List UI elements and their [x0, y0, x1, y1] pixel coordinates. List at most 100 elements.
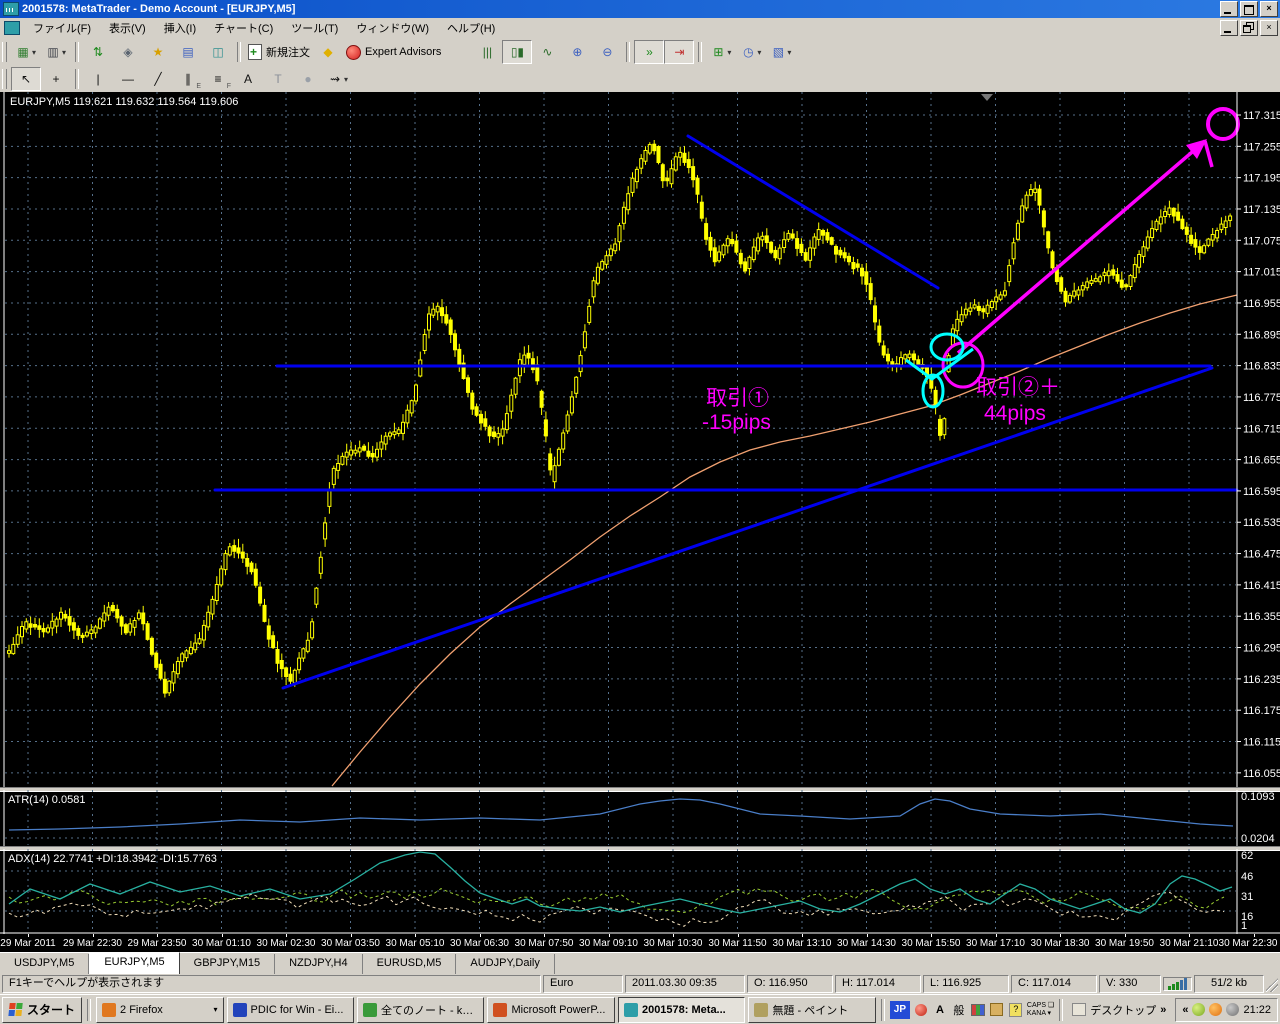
arrows-button[interactable]: ⇝▾: [323, 67, 353, 91]
ime-pad-icon[interactable]: [989, 1002, 1005, 1018]
ime-input-mode-a[interactable]: A: [932, 1002, 948, 1018]
text-label-button[interactable]: T: [263, 67, 293, 91]
menu-item-3[interactable]: チャート(C): [205, 18, 282, 38]
metatrader-icon: [3, 2, 19, 16]
equidistant-channel-button[interactable]: ∥E: [173, 67, 203, 91]
language-jp-indicator[interactable]: JP: [890, 1001, 910, 1019]
time-axis-label: 30 Mar 06:30: [450, 938, 509, 949]
ime-input-mode-han[interactable]: 般: [951, 1002, 967, 1018]
new-chart-button[interactable]: ▦▾: [11, 40, 41, 64]
taskbar-button-paint-icon[interactable]: 無題 - ペイント: [748, 997, 875, 1023]
desktop-toolbar[interactable]: デスクトップ »: [1068, 1002, 1170, 1018]
chart-tab-nzdjpy-h4[interactable]: NZDJPY,H4: [275, 954, 362, 975]
price-axis-label: 116.055: [1243, 768, 1280, 780]
tray-app-icon-1[interactable]: [1192, 1003, 1205, 1016]
caps-kana-indicator[interactable]: CAPS ❏KANA ▾: [1027, 1002, 1054, 1018]
periods-dropdown-icon[interactable]: ▾: [757, 48, 761, 57]
profiles-dropdown-icon[interactable]: ▾: [62, 48, 66, 57]
market-watch-button[interactable]: ⇅: [83, 40, 113, 64]
menu-item-0[interactable]: ファイル(F): [24, 18, 100, 38]
trendline-button[interactable]: ╱: [143, 67, 173, 91]
adx-indicator-panel[interactable]: 624631161 ADX(14) 22.7741 +DI:18.3942 -D…: [0, 849, 1280, 934]
chevron-left-icon[interactable]: «: [1182, 1004, 1188, 1016]
indicators-button[interactable]: ⊞▾: [706, 40, 736, 64]
navigator-button[interactable]: ★: [143, 40, 173, 64]
chart-tab-gbpjpy-m15[interactable]: GBPJPY,M15: [180, 954, 275, 975]
menu-item-6[interactable]: ヘルプ(H): [438, 18, 504, 38]
profiles-button[interactable]: ▥▾: [41, 40, 71, 64]
minimize-button[interactable]: [1220, 1, 1238, 17]
chart-tab-eurusd-m5[interactable]: EURUSD,M5: [363, 954, 457, 975]
vertical-line-button[interactable]: |: [83, 67, 113, 91]
toolbar-grip[interactable]: [2, 42, 7, 62]
child-restore-button[interactable]: [1240, 20, 1258, 36]
time-axis-label: 30 Mar 22:30: [1219, 938, 1278, 949]
strategy-tester-button[interactable]: ◫: [203, 40, 233, 64]
maximize-button[interactable]: [1240, 1, 1258, 17]
time-axis[interactable]: 29 Mar 201129 Mar 22:3029 Mar 23:5030 Ma…: [0, 934, 1280, 952]
data-window-button[interactable]: ◈: [113, 40, 143, 64]
toolbar-grip[interactable]: [2, 69, 7, 89]
chevron-right-icon[interactable]: »: [1160, 1004, 1166, 1016]
new-chart-dropdown-icon[interactable]: ▾: [32, 48, 36, 57]
price-axis-label: 116.115: [1243, 737, 1280, 749]
tray-app-icon-2[interactable]: [1209, 1003, 1222, 1016]
chart-shift-icon: ⇥: [672, 43, 686, 61]
arrows-dropdown-icon[interactable]: ▾: [344, 75, 348, 84]
metatrader-icon: [624, 1003, 638, 1017]
taskbar-button-pdic-icon[interactable]: PDIC for Win - Ei...: [227, 997, 354, 1023]
menu-item-2[interactable]: 挿入(I): [155, 18, 205, 38]
templates-button[interactable]: ▧▾: [766, 40, 796, 64]
expert-advisors-button[interactable]: Expert Advisors: [343, 40, 444, 64]
taskbar-button-metatrader-icon[interactable]: 2001578: Meta...: [618, 997, 745, 1023]
time-axis-label: 30 Mar 19:50: [1095, 938, 1154, 949]
horizontal-line-button[interactable]: —: [113, 67, 143, 91]
taskbar-button-notes-icon[interactable]: 全てのノート - ken...: [357, 997, 484, 1023]
zoom-out-button[interactable]: ⊖: [592, 40, 622, 64]
auto-scroll-button[interactable]: »: [634, 40, 664, 64]
templates-dropdown-icon[interactable]: ▾: [787, 48, 791, 57]
resize-grip[interactable]: [1266, 976, 1278, 992]
price-axis-label: 116.895: [1243, 329, 1280, 341]
metaeditor-button[interactable]: ◆: [313, 40, 343, 64]
chart-tab-audjpy-daily[interactable]: AUDJPY,Daily: [456, 954, 555, 975]
zoom-in-button[interactable]: ⊕: [562, 40, 592, 64]
shapes-button[interactable]: ●: [293, 67, 323, 91]
close-button[interactable]: ×: [1260, 1, 1278, 17]
menu-item-5[interactable]: ウィンドウ(W): [347, 18, 438, 38]
trade1-annotation: 取引①: [706, 387, 769, 410]
ime-tools-palette-icon[interactable]: [970, 1002, 986, 1018]
text-button[interactable]: A: [233, 67, 263, 91]
candlestick-chart-button[interactable]: ▯▮: [502, 40, 532, 64]
time-axis-label: 30 Mar 21:10: [1160, 938, 1219, 949]
chart-tab-eurjpy-m5[interactable]: EURJPY,M5: [89, 952, 179, 975]
child-minimize-button[interactable]: [1220, 20, 1238, 36]
periods-button[interactable]: ◷▾: [736, 40, 766, 64]
child-close-button[interactable]: ×: [1260, 20, 1278, 36]
tray-app-icon-3[interactable]: [1226, 1003, 1239, 1016]
expert-advisors-icon: [346, 45, 361, 60]
taskbar-button-firefox-icon[interactable]: 2 Firefox▾: [96, 997, 223, 1023]
crosshair-button[interactable]: +: [41, 67, 71, 91]
indicators-dropdown-icon[interactable]: ▾: [727, 48, 731, 57]
taskbar-button-powerpoint-icon[interactable]: Microsoft PowerP...: [487, 997, 614, 1023]
chart-shift-button[interactable]: ⇥: [664, 40, 694, 64]
menu-item-1[interactable]: 表示(V): [100, 18, 155, 38]
taskbar-clock[interactable]: 21:22: [1243, 1004, 1271, 1016]
cursor-button[interactable]: ↖: [11, 67, 41, 91]
main-chart[interactable]: 117.315117.255117.195117.135117.075117.0…: [0, 92, 1280, 787]
ime-icon[interactable]: [913, 1002, 929, 1018]
adx-axis-label: 1: [1241, 920, 1247, 932]
fibonacci-button[interactable]: ≡F: [203, 67, 233, 91]
bar-chart-button[interactable]: |||: [472, 40, 502, 64]
line-chart-button[interactable]: ∿: [532, 40, 562, 64]
chart-tab-usdjpy-m5[interactable]: USDJPY,M5: [0, 954, 89, 975]
price-axis-label: 116.295: [1243, 643, 1280, 655]
menu-item-4[interactable]: ツール(T): [282, 18, 347, 38]
start-button[interactable]: スタート: [2, 997, 82, 1023]
terminal-button[interactable]: ▤: [173, 40, 203, 64]
atr-axis-top: 0.1093: [1241, 791, 1275, 803]
ime-help-icon[interactable]: ?: [1008, 1002, 1024, 1018]
atr-indicator-panel[interactable]: ATR(14) 0.0581 0.1093 0.0204: [0, 790, 1280, 846]
new-order-button[interactable]: 新規注文: [245, 40, 313, 64]
